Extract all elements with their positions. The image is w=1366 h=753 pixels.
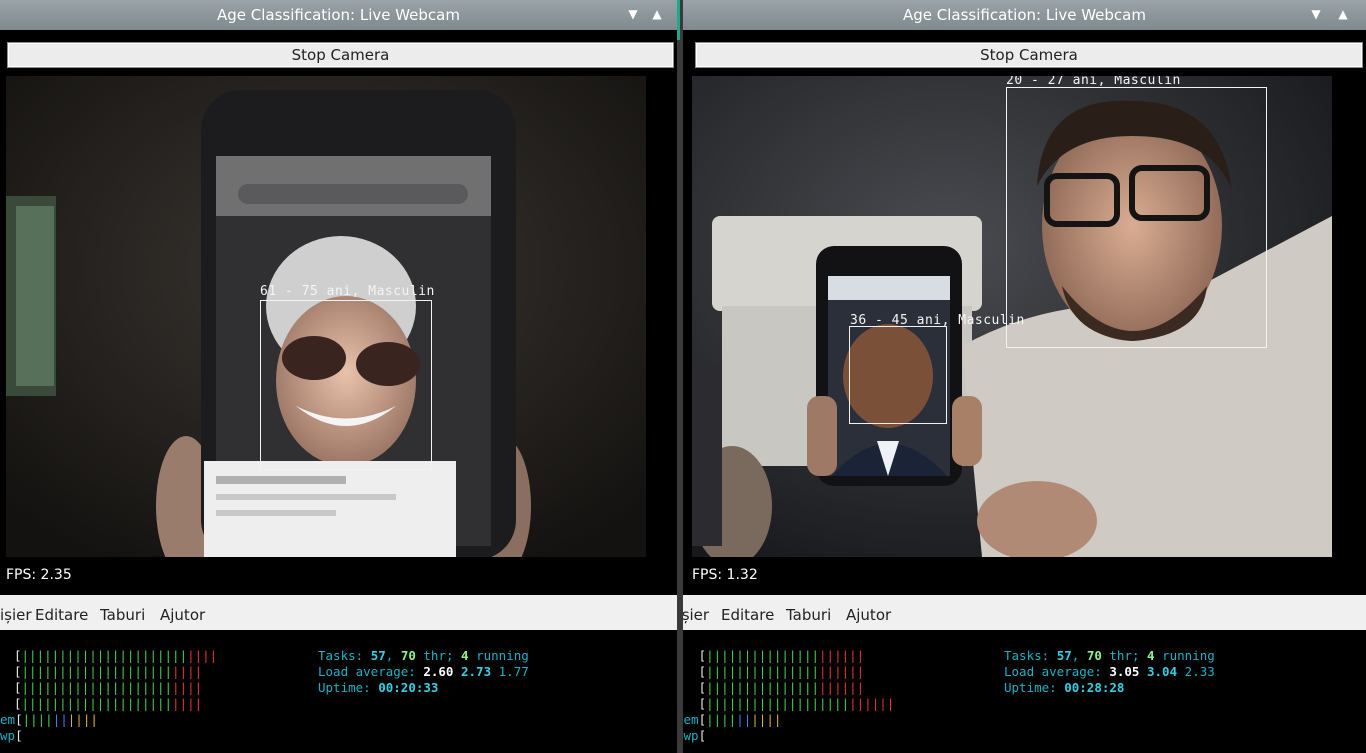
mem-meter: Mem[||||||||||: [683, 712, 782, 727]
cpu-percent: 61.2%]: [246, 664, 292, 679]
menu-help[interactable]: Ajutor: [846, 606, 891, 624]
uptime-line: Uptime: 00:20:33: [318, 680, 439, 695]
chevron-up-icon[interactable]: ▲: [648, 5, 666, 23]
tasks-line: Tasks: 57, 70 thr; 4 running: [318, 648, 529, 663]
chevron-down-icon[interactable]: ▼: [624, 5, 642, 23]
mem-value: 438M/3.39G]: [206, 712, 289, 727]
cpu-percent: 60.9%]: [932, 648, 978, 663]
stop-camera-button[interactable]: Stop Camera: [695, 42, 1363, 68]
cpu-percent: 62.4%]: [932, 664, 978, 679]
mem-value: 432M/3.39G]: [892, 712, 975, 727]
cpu-meter: 1 [|||||||||||||||||||||: [683, 648, 865, 663]
fps-label: FPS: 2.35: [6, 567, 72, 583]
webcam-feed: 20 - 27 ani, Masculin 36 - 45 ani, Mascu…: [692, 76, 1332, 557]
terminal-menubar: ișier Editare Taburi Ajutor: [0, 595, 677, 630]
menu-edit[interactable]: Editare: [721, 606, 774, 624]
menu-tabs[interactable]: Taburi: [786, 606, 831, 624]
window-title: Age Classification: Live Webcam: [216, 6, 460, 24]
uptime-line: Uptime: 00:28:28: [1004, 680, 1125, 695]
swp-meter: Swp[: [683, 728, 707, 743]
terminal-menubar: Fișier Editare Taburi Ajutor: [683, 595, 1366, 630]
face-label: 61 - 75 ani, Masculin: [260, 284, 435, 299]
load-line: Load average: 3.05 3.04 2.33: [1004, 664, 1215, 679]
camera-window: Stop Camera: [0, 30, 677, 595]
cpu-meter: 2 [|||||||||||||||||||||: [683, 664, 865, 679]
right-titlebar[interactable]: Age Classification: Live Webcam ▼ ▲: [683, 0, 1366, 30]
cpu-meter: [||||||||||||||||||||||||: [14, 696, 203, 711]
cpu-percent: 68.4%]: [932, 696, 978, 711]
swp-value: 0K/100.0M]: [214, 728, 290, 743]
htop-terminal: [|||||||||||||||||||||||||| 71.0%] [||||…: [0, 630, 677, 753]
webcam-feed: 61 - 75 ani, Masculin: [6, 76, 646, 557]
fps-label: FPS: 1.32: [692, 567, 758, 583]
tasks-line: Tasks: 57, 70 thr; 4 running: [1004, 648, 1215, 663]
face-label: 36 - 45 ani, Masculin: [850, 313, 1025, 328]
camera-window: Stop Camera: [683, 30, 1366, 595]
chevron-up-icon[interactable]: ▲: [1334, 5, 1352, 23]
cpu-percent: 60.1%]: [246, 680, 292, 695]
cpu-percent: 60.3%]: [246, 696, 292, 711]
stop-camera-button[interactable]: Stop Camera: [7, 42, 674, 68]
mem-meter: em[||||||||||: [0, 712, 98, 727]
load-line: Load average: 2.60 2.73 1.77: [318, 664, 529, 679]
left-titlebar[interactable]: Age Classification: Live Webcam ▼ ▲: [0, 0, 677, 30]
cpu-meter: [||||||||||||||||||||||||: [14, 680, 203, 695]
cpu-meter: 4 [|||||||||||||||||||||||||: [683, 696, 895, 711]
menu-file[interactable]: Fișier: [683, 606, 709, 624]
face-box: [849, 326, 947, 424]
menu-file[interactable]: ișier: [0, 606, 32, 624]
face-box: [260, 300, 432, 470]
face-label: 20 - 27 ani, Masculin: [1006, 76, 1181, 88]
swp-value: 0K/100.0M]: [900, 728, 976, 743]
cpu-percent: 60.6%]: [932, 680, 978, 695]
left-window: Age Classification: Live Webcam ▼ ▲ Stop…: [0, 0, 677, 753]
menu-tabs[interactable]: Taburi: [100, 606, 145, 624]
face-box: [1006, 87, 1267, 348]
window-title: Age Classification: Live Webcam: [902, 6, 1146, 24]
cpu-percent: 71.0%]: [246, 648, 292, 663]
cpu-meter: [||||||||||||||||||||||||: [14, 664, 203, 679]
htop-terminal: 1 [||||||||||||||||||||| 60.9%] 2 [|||||…: [683, 630, 1366, 753]
cpu-meter: [||||||||||||||||||||||||||: [14, 648, 218, 663]
chevron-down-icon[interactable]: ▼: [1307, 5, 1325, 23]
cpu-meter: 3 [|||||||||||||||||||||: [683, 680, 865, 695]
menu-edit[interactable]: Editare: [35, 606, 88, 624]
menu-help[interactable]: Ajutor: [160, 606, 205, 624]
swp-meter: wp[: [0, 728, 23, 743]
right-window: Age Classification: Live Webcam ▼ ▲ Stop…: [683, 0, 1366, 753]
